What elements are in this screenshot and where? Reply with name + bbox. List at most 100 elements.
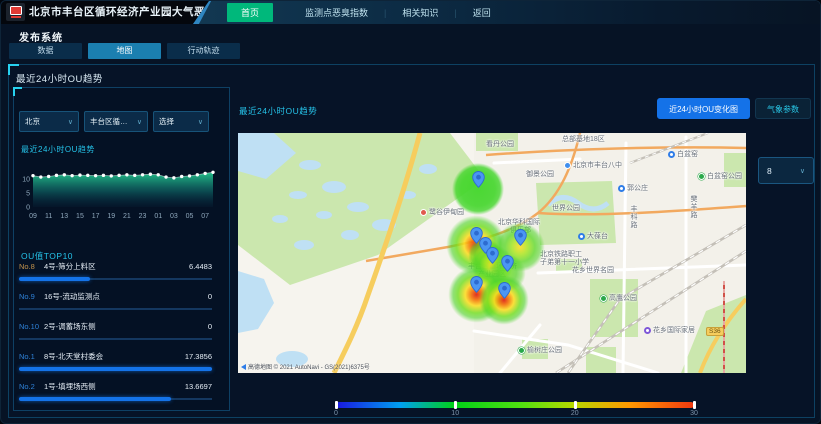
- chevron-down-icon: ∨: [68, 118, 73, 126]
- red-poi-icon: [420, 209, 427, 216]
- map-label: S36: [706, 327, 724, 336]
- map-label: 白盆窑公园: [698, 171, 742, 181]
- map-label: 鹭谷伊甸园: [420, 207, 464, 217]
- map-label: 丰科路: [628, 205, 638, 229]
- nav-tab-1[interactable]: 监测点恶臭指数: [289, 6, 384, 19]
- map-label: 总部基地18区: [562, 134, 605, 144]
- top-list-item[interactable]: No.102号-调蓄场东侧0: [19, 321, 212, 345]
- top10-list: No.84号-筛分上料区6.4483No.916号-流动监测点0No.102号-…: [19, 261, 212, 411]
- map-label: 郭公庄: [618, 183, 648, 193]
- svg-text:5: 5: [26, 191, 30, 198]
- view-tab-2[interactable]: 行动轨迹: [167, 43, 240, 59]
- top-list-item[interactable]: No.18号-北天堂村委会17.3856: [19, 351, 212, 375]
- map-canvas[interactable]: 看丹公园总部基地18区白盆窑北京市丰台八中御景公园郭公庄白盆窑公园世界公园北京华…: [238, 133, 746, 373]
- top-value: 0: [208, 292, 212, 301]
- filter-value: 丰台区循环经济产: [90, 116, 134, 127]
- map-pin-icon[interactable]: [470, 276, 483, 298]
- svg-text:19: 19: [107, 213, 115, 220]
- view-tab-0[interactable]: 数据: [9, 43, 82, 59]
- nav-items: 首页监测点恶臭指数|相关知识|返回: [227, 3, 507, 22]
- filter-row: 北京∨丰台区循环经济产∨选择∨: [19, 111, 209, 132]
- svg-text:10: 10: [22, 177, 30, 184]
- filter-dropdown-0[interactable]: 北京 ∨: [19, 111, 79, 132]
- map-zoom-select[interactable]: 8 ∨: [758, 157, 814, 184]
- nav-tab-3[interactable]: 返回: [457, 6, 507, 19]
- map-pin-icon[interactable]: [498, 282, 511, 304]
- map-pin-icon[interactable]: [501, 255, 514, 277]
- svg-text:07: 07: [201, 213, 209, 220]
- top-label: 2号-调蓄场东侧: [44, 321, 208, 332]
- svg-text:21: 21: [123, 213, 131, 220]
- view-tab-1[interactable]: 地图: [88, 43, 161, 59]
- map-label: 大葆台: [578, 231, 608, 241]
- svg-text:0: 0: [26, 205, 30, 212]
- top-rank: No.10: [19, 322, 44, 331]
- top-list-line: No.21号-填埋场西侧13.6697: [19, 381, 212, 392]
- filter-value: 选择: [159, 116, 174, 127]
- ou-color-scale-labels: 0102030: [336, 410, 694, 420]
- map-label: 花乡国际家居: [644, 325, 695, 335]
- subway-poi-icon: [618, 185, 625, 192]
- legend-tick-mark: [574, 401, 577, 409]
- map-pin-icon[interactable]: [486, 247, 499, 269]
- legend-tick-mark: [454, 401, 457, 409]
- svg-text:03: 03: [170, 213, 178, 220]
- map-label: 白盆窑: [668, 149, 698, 159]
- map-button-1[interactable]: 气象参数: [755, 98, 811, 119]
- top-list-item[interactable]: No.916号-流动监测点0: [19, 291, 212, 315]
- top-list-line: No.102号-调蓄场东侧0: [19, 321, 212, 332]
- nav-tab-2[interactable]: 相关知识: [386, 6, 454, 19]
- chevron-down-icon: ∨: [198, 118, 203, 126]
- map-attribution: 高德地图 © 2021 AutoNavi - GS(2021)6375号: [241, 362, 370, 371]
- nav-tab-0[interactable]: 首页: [227, 3, 273, 22]
- blue-poi-icon: [564, 162, 571, 169]
- svg-text:01: 01: [154, 213, 162, 220]
- map-label: 榆树庄公园: [518, 345, 562, 355]
- trend-chart-title: 最近24小时OU趋势: [21, 144, 95, 155]
- top-list-line: No.916号-流动监测点0: [19, 291, 212, 302]
- filter-dropdown-2[interactable]: 选择 ∨: [153, 111, 209, 132]
- progress-fill: [19, 367, 212, 371]
- map-section-title: 最近24小时OU趋势: [239, 105, 317, 117]
- top-label: 16号-流动监测点: [44, 291, 208, 302]
- top-rank: No.9: [19, 292, 44, 301]
- top-bar: 北京市丰台区循环经济产业园大气恶臭状况实时 首页监测点恶臭指数|相关知识|返回: [1, 1, 820, 24]
- legend-tick-label: 10: [451, 410, 459, 417]
- view-tabs: 数据地图行动轨迹: [9, 43, 240, 59]
- map-label: 北京市丰台八中: [564, 160, 622, 170]
- top-rank: No.2: [19, 382, 44, 391]
- top-value: 17.3856: [185, 352, 212, 361]
- map-label: 樊羊路: [688, 195, 698, 219]
- filter-value: 北京: [25, 116, 40, 127]
- legend-tick-label: 30: [690, 410, 698, 417]
- map-pin-icon[interactable]: [472, 171, 485, 193]
- svg-text:15: 15: [76, 213, 84, 220]
- svg-text:23: 23: [139, 213, 147, 220]
- map-button-0[interactable]: 近24小时OU变化图: [657, 98, 750, 119]
- subway-poi-icon: [578, 233, 585, 240]
- park-poi-icon: [698, 173, 705, 180]
- top-rank: No.1: [19, 352, 44, 361]
- chevron-down-icon: ∨: [137, 118, 142, 126]
- legend-tick-mark: [335, 401, 338, 409]
- map-zoom-value: 8: [767, 166, 772, 176]
- top-list-item[interactable]: No.21号-填埋场西侧13.6697: [19, 381, 212, 405]
- legend-tick-label: 0: [334, 410, 338, 417]
- subway-poi-icon: [668, 151, 675, 158]
- ou-trend-chart: 0510091113151719212301030507: [15, 157, 221, 223]
- app-window: 北京市丰台区循环经济产业园大气恶臭状况实时 首页监测点恶臭指数|相关知识|返回 …: [0, 0, 821, 424]
- svg-text:09: 09: [29, 213, 37, 220]
- ou-color-scale: [336, 402, 694, 408]
- top-label: 1号-填埋场西侧: [44, 381, 185, 392]
- map-buttons: 近24小时OU变化图气象参数: [657, 98, 811, 119]
- progress-fill: [19, 277, 90, 281]
- map-label: 御景公园: [526, 169, 554, 179]
- legend-tick-label: 20: [571, 410, 579, 417]
- map-attribution-text: 高德地图 © 2021 AutoNavi - GS(2021)6375号: [248, 362, 370, 371]
- filter-dropdown-1[interactable]: 丰台区循环经济产∨: [84, 111, 148, 132]
- top-list-item[interactable]: No.84号-筛分上料区6.4483: [19, 261, 212, 285]
- map-label: 看丹公园: [486, 139, 514, 149]
- park-poi-icon: [518, 347, 525, 354]
- map-pin-icon[interactable]: [514, 229, 527, 251]
- purple-poi-icon: [644, 327, 651, 334]
